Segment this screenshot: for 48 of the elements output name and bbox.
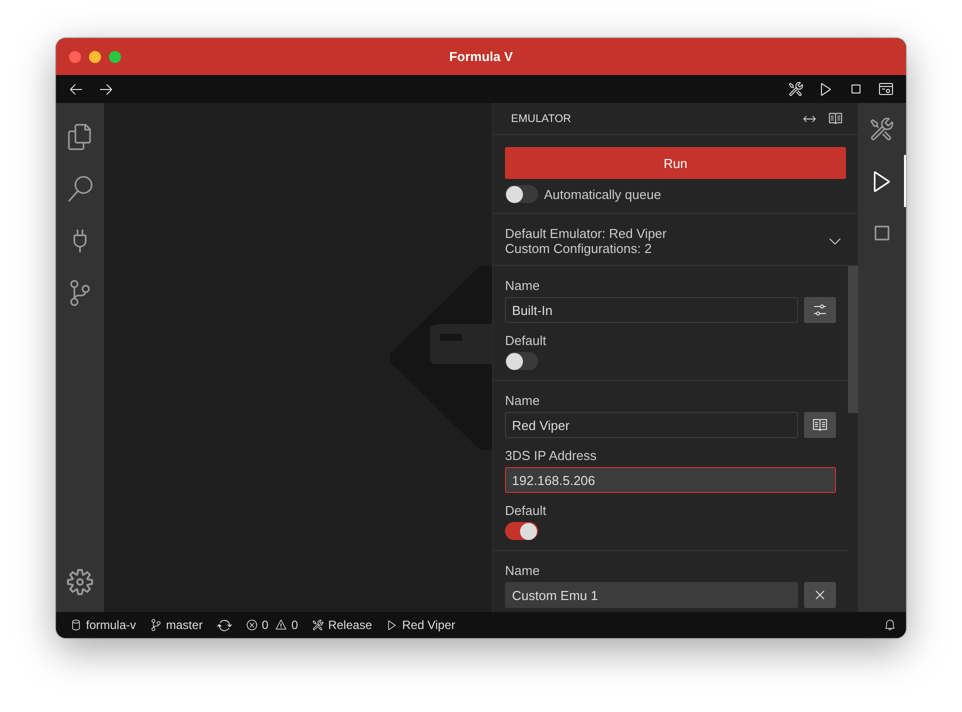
field-label: Name — [505, 278, 541, 293]
database-icon — [70, 619, 82, 631]
window-settings-icon — [878, 81, 894, 97]
window-title: Formula V — [449, 49, 513, 64]
build-status[interactable]: Release — [312, 614, 372, 636]
toggle-label: Automatically queue — [544, 186, 662, 202]
name-field[interactable]: Red Viper — [505, 412, 798, 438]
name-field[interactable]: Custom Emu 1 — [505, 582, 798, 608]
book-icon — [828, 111, 842, 126]
problems-status[interactable]: 0 0 — [246, 614, 298, 636]
toggle-switch[interactable] — [505, 185, 538, 203]
summary-text: Default Emulator: Red Viper — [505, 226, 668, 241]
bell-icon — [884, 619, 896, 631]
field-label: Default — [505, 503, 548, 518]
book-button[interactable] — [804, 412, 836, 438]
play-icon — [818, 81, 834, 97]
settings-icon — [67, 569, 93, 595]
sync-icon — [216, 618, 232, 632]
toggle-switch[interactable] — [505, 352, 538, 370]
address-field[interactable]: 192.168.5.206 — [505, 467, 836, 493]
tools-icon — [869, 116, 895, 142]
emulator-status[interactable]: Red Viper — [386, 614, 456, 636]
field-label: 3DS IP Address — [505, 448, 598, 463]
sliders-icon — [812, 302, 828, 318]
error-icon — [246, 619, 258, 631]
panel-title: EMULATOR — [511, 112, 572, 124]
project-status[interactable]: formula-v — [70, 614, 136, 636]
tools-icon — [788, 81, 804, 97]
name-field[interactable]: Built-In — [505, 297, 798, 323]
close-button[interactable] — [804, 582, 836, 608]
minimize-window-button[interactable] — [89, 50, 101, 62]
zoom-window-button[interactable] — [109, 50, 121, 62]
files-icon — [67, 124, 93, 150]
book-icon — [812, 417, 828, 433]
search-icon — [67, 176, 93, 202]
scrollbar-thumb[interactable] — [848, 266, 858, 413]
field-label: Name — [505, 563, 541, 578]
toggle-switch[interactable] — [505, 522, 538, 540]
sliders-button[interactable] — [804, 297, 836, 323]
branch-status[interactable]: master — [150, 614, 203, 636]
branch-icon — [150, 619, 162, 631]
warning-icon — [275, 619, 288, 631]
field-label: Name — [505, 393, 541, 408]
tools-icon — [312, 619, 324, 631]
summary-text: Custom Configurations: 2 — [505, 241, 653, 256]
run-button[interactable]: Run — [505, 147, 846, 179]
play-icon — [386, 619, 398, 631]
field-label: Default — [505, 333, 548, 348]
